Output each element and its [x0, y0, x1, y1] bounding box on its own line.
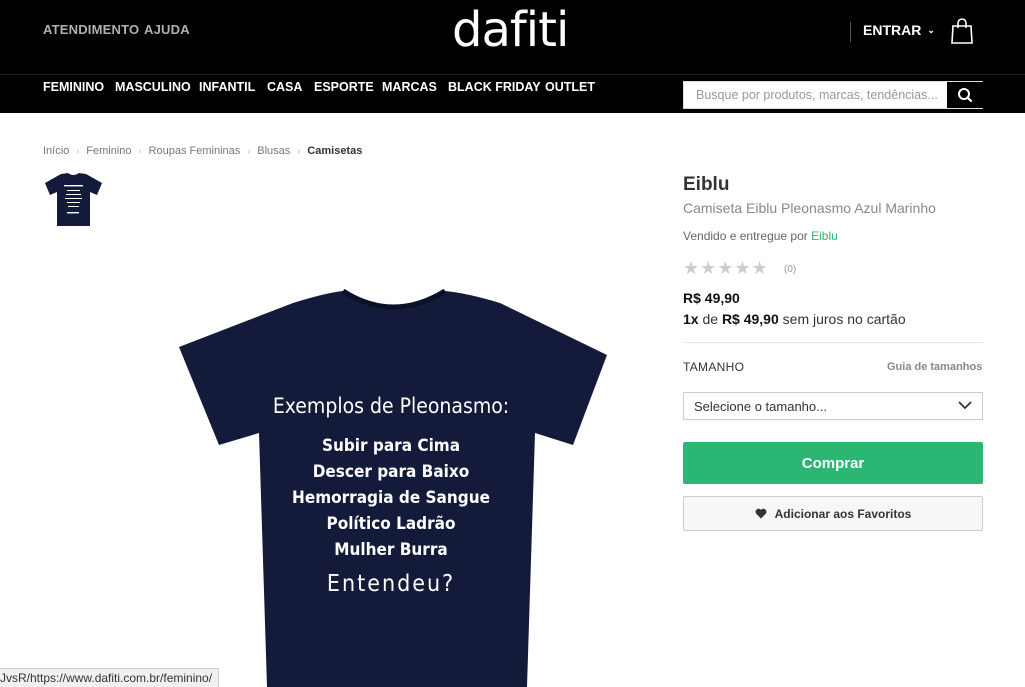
favorites-label: Adicionar aos Favoritos — [774, 506, 912, 521]
nav-item-casa[interactable]: CASA — [267, 80, 302, 94]
breadcrumb-separator: › — [297, 146, 301, 156]
search-box — [683, 81, 983, 109]
divider — [683, 342, 983, 343]
heart-icon — [755, 508, 767, 519]
header-divider — [850, 22, 851, 42]
login-button[interactable]: ENTRAR ⌄ — [863, 22, 935, 38]
shirt-closing: Entendeu? — [327, 571, 455, 597]
shirt-line: Descer para Baixo — [313, 462, 470, 482]
product-name: Camiseta Eiblu Pleonasmo Azul Marinho — [683, 200, 936, 216]
size-label: TAMANHO — [683, 360, 745, 374]
breadcrumb-separator: › — [76, 146, 80, 156]
installments-info: 1x de R$ 49,90 sem juros no cartão — [683, 311, 906, 327]
product-brand[interactable]: Eiblu — [683, 174, 729, 196]
search-icon — [958, 88, 973, 103]
atendimento-link[interactable]: ATENDIMENTO — [43, 22, 139, 37]
size-guide-link[interactable]: Guia de tamanhos — [887, 361, 982, 373]
installment-suffix: sem juros no cartão — [782, 311, 906, 327]
nav-item-esporte[interactable]: ESPORTE — [314, 80, 374, 94]
product-thumbnail[interactable] — [43, 171, 104, 228]
chevron-down-icon — [958, 401, 972, 410]
installment-count: 1x — [683, 311, 699, 327]
sold-by-prefix: Vendido e entregue por — [683, 229, 808, 243]
login-label: ENTRAR — [863, 22, 922, 38]
breadcrumb-roupas-femininas[interactable]: Roupas Femininas — [149, 145, 241, 157]
nav-item-marcas[interactable]: MARCAS — [382, 80, 437, 94]
breadcrumb-current: Camisetas — [307, 145, 363, 157]
installment-amount: R$ 49,90 — [721, 311, 779, 327]
shirt-heading: Exemplos de Pleonasmo: — [273, 394, 509, 418]
breadcrumb-separator: › — [138, 146, 142, 156]
breadcrumb-inicio[interactable]: Início — [43, 145, 69, 157]
seller-link[interactable]: Eiblu — [811, 229, 838, 243]
rating-count: (0) — [784, 264, 797, 275]
nav-item-feminino[interactable]: FEMININO — [43, 80, 104, 94]
size-select[interactable]: Selecione o tamanho... — [683, 392, 983, 420]
search-input[interactable] — [684, 82, 947, 108]
shirt-line: Político Ladrão — [326, 514, 455, 534]
dafiti-logo[interactable]: dafiti — [452, 2, 569, 58]
chevron-down-icon: ⌄ — [927, 25, 935, 35]
shirt-line: Mulher Burra — [334, 540, 447, 560]
add-to-favorites-button[interactable]: Adicionar aos Favoritos — [683, 496, 983, 531]
status-bar-url: JvsR/https://www.dafiti.com.br/feminino/ — [0, 668, 220, 687]
shirt-line: Hemorragia de Sangue — [292, 488, 490, 508]
ajuda-link[interactable]: AJUDA — [144, 22, 190, 37]
main-nav: FEMININO MASCULINO INFANTIL CASA ESPORTE… — [0, 74, 1025, 113]
nav-item-masculino[interactable]: MASCULINO — [115, 80, 191, 94]
top-bar: ATENDIMENTO AJUDA dafiti ENTRAR ⌄ — [0, 0, 1025, 74]
breadcrumb-blusas[interactable]: Blusas — [257, 145, 290, 157]
breadcrumb-separator: › — [247, 146, 251, 156]
shirt-line: Subir para Cima — [322, 436, 460, 456]
star-rating-icon: ★★★★★ — [683, 258, 769, 278]
installment-word: de — [702, 311, 719, 327]
product-price: R$ 49,90 — [683, 290, 740, 306]
nav-item-infantil[interactable]: INFANTIL — [199, 80, 255, 94]
buy-button[interactable]: Comprar — [683, 442, 983, 484]
sold-by: Vendido e entregue por Eiblu — [683, 229, 838, 243]
nav-item-black-friday[interactable]: BLACK FRIDAY — [448, 80, 541, 94]
breadcrumb: Início › Feminino › Roupas Femininas › Blusas ›… — [43, 145, 362, 157]
shopping-bag-icon[interactable] — [950, 18, 974, 44]
size-select-value: Selecione o tamanho... — [694, 399, 827, 414]
search-button[interactable] — [947, 82, 983, 108]
nav-item-outlet[interactable]: OUTLET — [545, 80, 595, 94]
breadcrumb-feminino[interactable]: Feminino — [86, 145, 131, 157]
product-image[interactable]: Exemplos de Pleonasmo: Subir para Cima D… — [175, 285, 615, 687]
